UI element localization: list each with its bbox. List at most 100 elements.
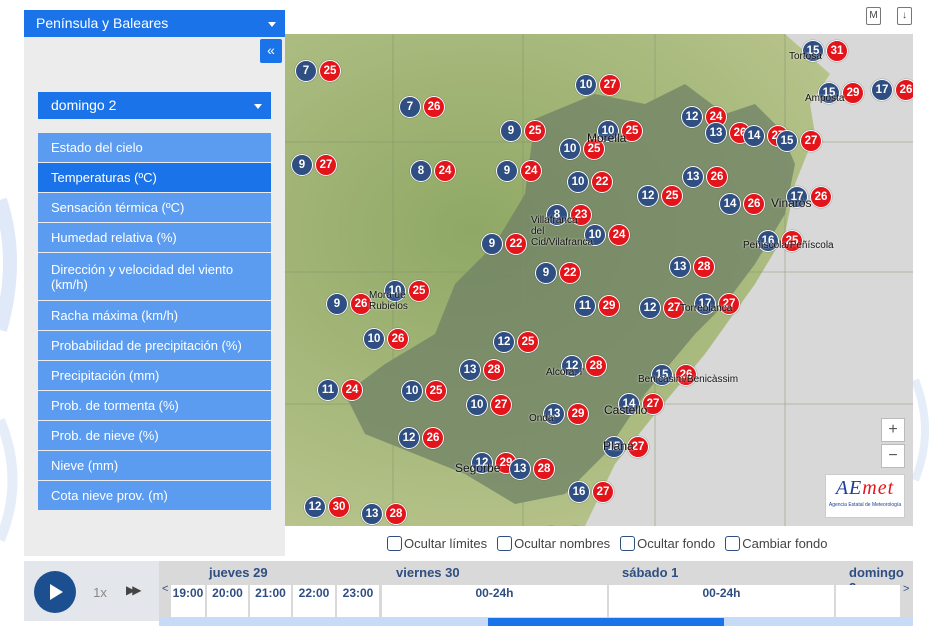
change-background-option[interactable]: Cambiar fondo bbox=[725, 536, 828, 551]
max-temp-marker[interactable]: 25 bbox=[319, 60, 341, 82]
checkbox[interactable] bbox=[497, 536, 513, 551]
speed-selector[interactable]: 1x bbox=[81, 582, 119, 604]
timeline-slot[interactable]: 00-24h bbox=[609, 585, 834, 617]
min-temp-marker[interactable]: 13 bbox=[669, 256, 691, 278]
max-temp-marker[interactable]: 28 bbox=[533, 458, 555, 480]
region-select[interactable]: Península y Baleares bbox=[24, 10, 285, 37]
min-temp-marker[interactable]: 12 bbox=[637, 185, 659, 207]
max-temp-marker[interactable]: 26 bbox=[810, 186, 832, 208]
min-temp-marker[interactable]: 11 bbox=[317, 379, 339, 401]
map-export-icon[interactable]: M bbox=[866, 7, 881, 25]
menu-item[interactable]: Humedad relativa (%) bbox=[38, 223, 271, 252]
menu-item[interactable]: Prob. de nieve (%) bbox=[38, 421, 271, 450]
menu-item[interactable]: Probabilidad de precipitación (%) bbox=[38, 331, 271, 360]
min-temp-marker[interactable]: 10 bbox=[466, 394, 488, 416]
timeline[interactable]: jueves 29 viernes 30 sábado 1 domingo 2 … bbox=[159, 561, 913, 626]
max-temp-marker[interactable]: 25 bbox=[425, 380, 447, 402]
max-temp-marker[interactable]: 26 bbox=[387, 328, 409, 350]
min-temp-marker[interactable]: 9 bbox=[500, 120, 522, 142]
max-temp-marker[interactable]: 27 bbox=[490, 394, 512, 416]
max-temp-marker[interactable]: 26 bbox=[706, 166, 728, 188]
zoom-in-button[interactable]: + bbox=[881, 418, 905, 442]
menu-item[interactable]: Prob. de tormenta (%) bbox=[38, 391, 271, 420]
min-temp-marker[interactable]: 17 bbox=[871, 79, 893, 101]
max-temp-marker[interactable]: 26 bbox=[423, 96, 445, 118]
max-temp-marker[interactable]: 28 bbox=[385, 503, 407, 525]
timeline-scrollbar[interactable] bbox=[159, 618, 913, 626]
min-temp-marker[interactable]: 9 bbox=[326, 293, 348, 315]
min-temp-marker[interactable]: 15 bbox=[776, 130, 798, 152]
day-select[interactable]: domingo 2 bbox=[38, 92, 271, 119]
max-temp-marker[interactable]: 25 bbox=[524, 120, 546, 142]
min-temp-marker[interactable]: 13 bbox=[459, 359, 481, 381]
play-icon[interactable] bbox=[34, 571, 76, 613]
timeline-slot[interactable]: 22:00 bbox=[293, 585, 335, 617]
min-temp-marker[interactable]: 9 bbox=[496, 160, 518, 182]
min-temp-marker[interactable]: 14 bbox=[743, 125, 765, 147]
timeline-slot[interactable]: 19:00 bbox=[171, 585, 205, 617]
hide-names-option[interactable]: Ocultar nombres bbox=[497, 536, 610, 551]
min-temp-marker[interactable]: 10 bbox=[363, 328, 385, 350]
max-temp-marker[interactable]: 25 bbox=[408, 280, 430, 302]
max-temp-marker[interactable]: 24 bbox=[608, 224, 630, 246]
timeline-slot[interactable]: 21:00 bbox=[250, 585, 291, 617]
min-temp-marker[interactable]: 9 bbox=[291, 154, 313, 176]
max-temp-marker[interactable]: 22 bbox=[505, 233, 527, 255]
min-temp-marker[interactable]: 9 bbox=[535, 262, 557, 284]
weather-map[interactable]: + − AEmet Agencia Estatal de Meteorologí… bbox=[285, 34, 913, 526]
max-temp-marker[interactable]: 26 bbox=[422, 427, 444, 449]
min-temp-marker[interactable]: 14 bbox=[719, 193, 741, 215]
menu-item[interactable]: Sensación térmica (ºC) bbox=[38, 193, 271, 222]
min-temp-marker[interactable]: 12 bbox=[639, 297, 661, 319]
min-temp-marker[interactable]: 13 bbox=[682, 166, 704, 188]
timeline-prev-button[interactable]: < bbox=[162, 583, 168, 595]
max-temp-marker[interactable]: 28 bbox=[693, 256, 715, 278]
menu-item[interactable]: Precipitación (mm) bbox=[38, 361, 271, 390]
max-temp-marker[interactable]: 29 bbox=[598, 295, 620, 317]
max-temp-marker[interactable]: 28 bbox=[585, 355, 607, 377]
menu-item[interactable]: Estado del cielo bbox=[38, 133, 271, 162]
min-temp-marker[interactable]: 10 bbox=[575, 74, 597, 96]
max-temp-marker[interactable]: 26 bbox=[743, 193, 765, 215]
min-temp-marker[interactable]: 13 bbox=[705, 122, 727, 144]
menu-item[interactable]: Cota nieve prov. (m) bbox=[38, 481, 271, 510]
checkbox[interactable] bbox=[725, 536, 741, 551]
timeline-slot[interactable]: 20:00 bbox=[207, 585, 248, 617]
max-temp-marker[interactable]: 29 bbox=[567, 403, 589, 425]
checkbox[interactable] bbox=[620, 536, 636, 551]
max-temp-marker[interactable]: 29 bbox=[842, 82, 864, 104]
download-icon[interactable]: ↓ bbox=[897, 7, 912, 25]
menu-item[interactable]: Nieve (mm) bbox=[38, 451, 271, 480]
min-temp-marker[interactable]: 12 bbox=[304, 496, 326, 518]
max-temp-marker[interactable]: 26 bbox=[895, 79, 913, 101]
min-temp-marker[interactable]: 10 bbox=[567, 171, 589, 193]
max-temp-marker[interactable]: 24 bbox=[434, 160, 456, 182]
min-temp-marker[interactable]: 10 bbox=[559, 138, 581, 160]
menu-item[interactable]: Racha máxima (km/h) bbox=[38, 301, 271, 330]
max-temp-marker[interactable]: 27 bbox=[592, 481, 614, 503]
min-temp-marker[interactable]: 12 bbox=[681, 106, 703, 128]
timeline-slot[interactable]: 00-24h bbox=[382, 585, 607, 617]
min-temp-marker[interactable]: 7 bbox=[399, 96, 421, 118]
timeline-next-button[interactable]: > bbox=[903, 583, 909, 595]
max-temp-marker[interactable]: 27 bbox=[800, 130, 822, 152]
menu-item[interactable]: Temperaturas (ºC) bbox=[38, 163, 271, 192]
zoom-out-button[interactable]: − bbox=[881, 444, 905, 468]
max-temp-marker[interactable]: 24 bbox=[520, 160, 542, 182]
max-temp-marker[interactable]: 24 bbox=[341, 379, 363, 401]
min-temp-marker[interactable]: 12 bbox=[493, 331, 515, 353]
max-temp-marker[interactable]: 22 bbox=[591, 171, 613, 193]
fast-forward-icon[interactable]: ▶▶ bbox=[126, 583, 142, 597]
max-temp-marker[interactable]: 30 bbox=[328, 496, 350, 518]
max-temp-marker[interactable]: 27 bbox=[599, 74, 621, 96]
min-temp-marker[interactable]: 12 bbox=[398, 427, 420, 449]
min-temp-marker[interactable]: 8 bbox=[410, 160, 432, 182]
max-temp-marker[interactable]: 27 bbox=[315, 154, 337, 176]
hide-background-option[interactable]: Ocultar fondo bbox=[620, 536, 715, 551]
max-temp-marker[interactable]: 25 bbox=[661, 185, 683, 207]
timeline-scroll-thumb[interactable] bbox=[488, 618, 724, 626]
min-temp-marker[interactable]: 13 bbox=[509, 458, 531, 480]
collapse-panel-button[interactable]: « bbox=[260, 39, 282, 63]
max-temp-marker[interactable]: 28 bbox=[483, 359, 505, 381]
timeline-slot[interactable]: 23:00 bbox=[337, 585, 379, 617]
